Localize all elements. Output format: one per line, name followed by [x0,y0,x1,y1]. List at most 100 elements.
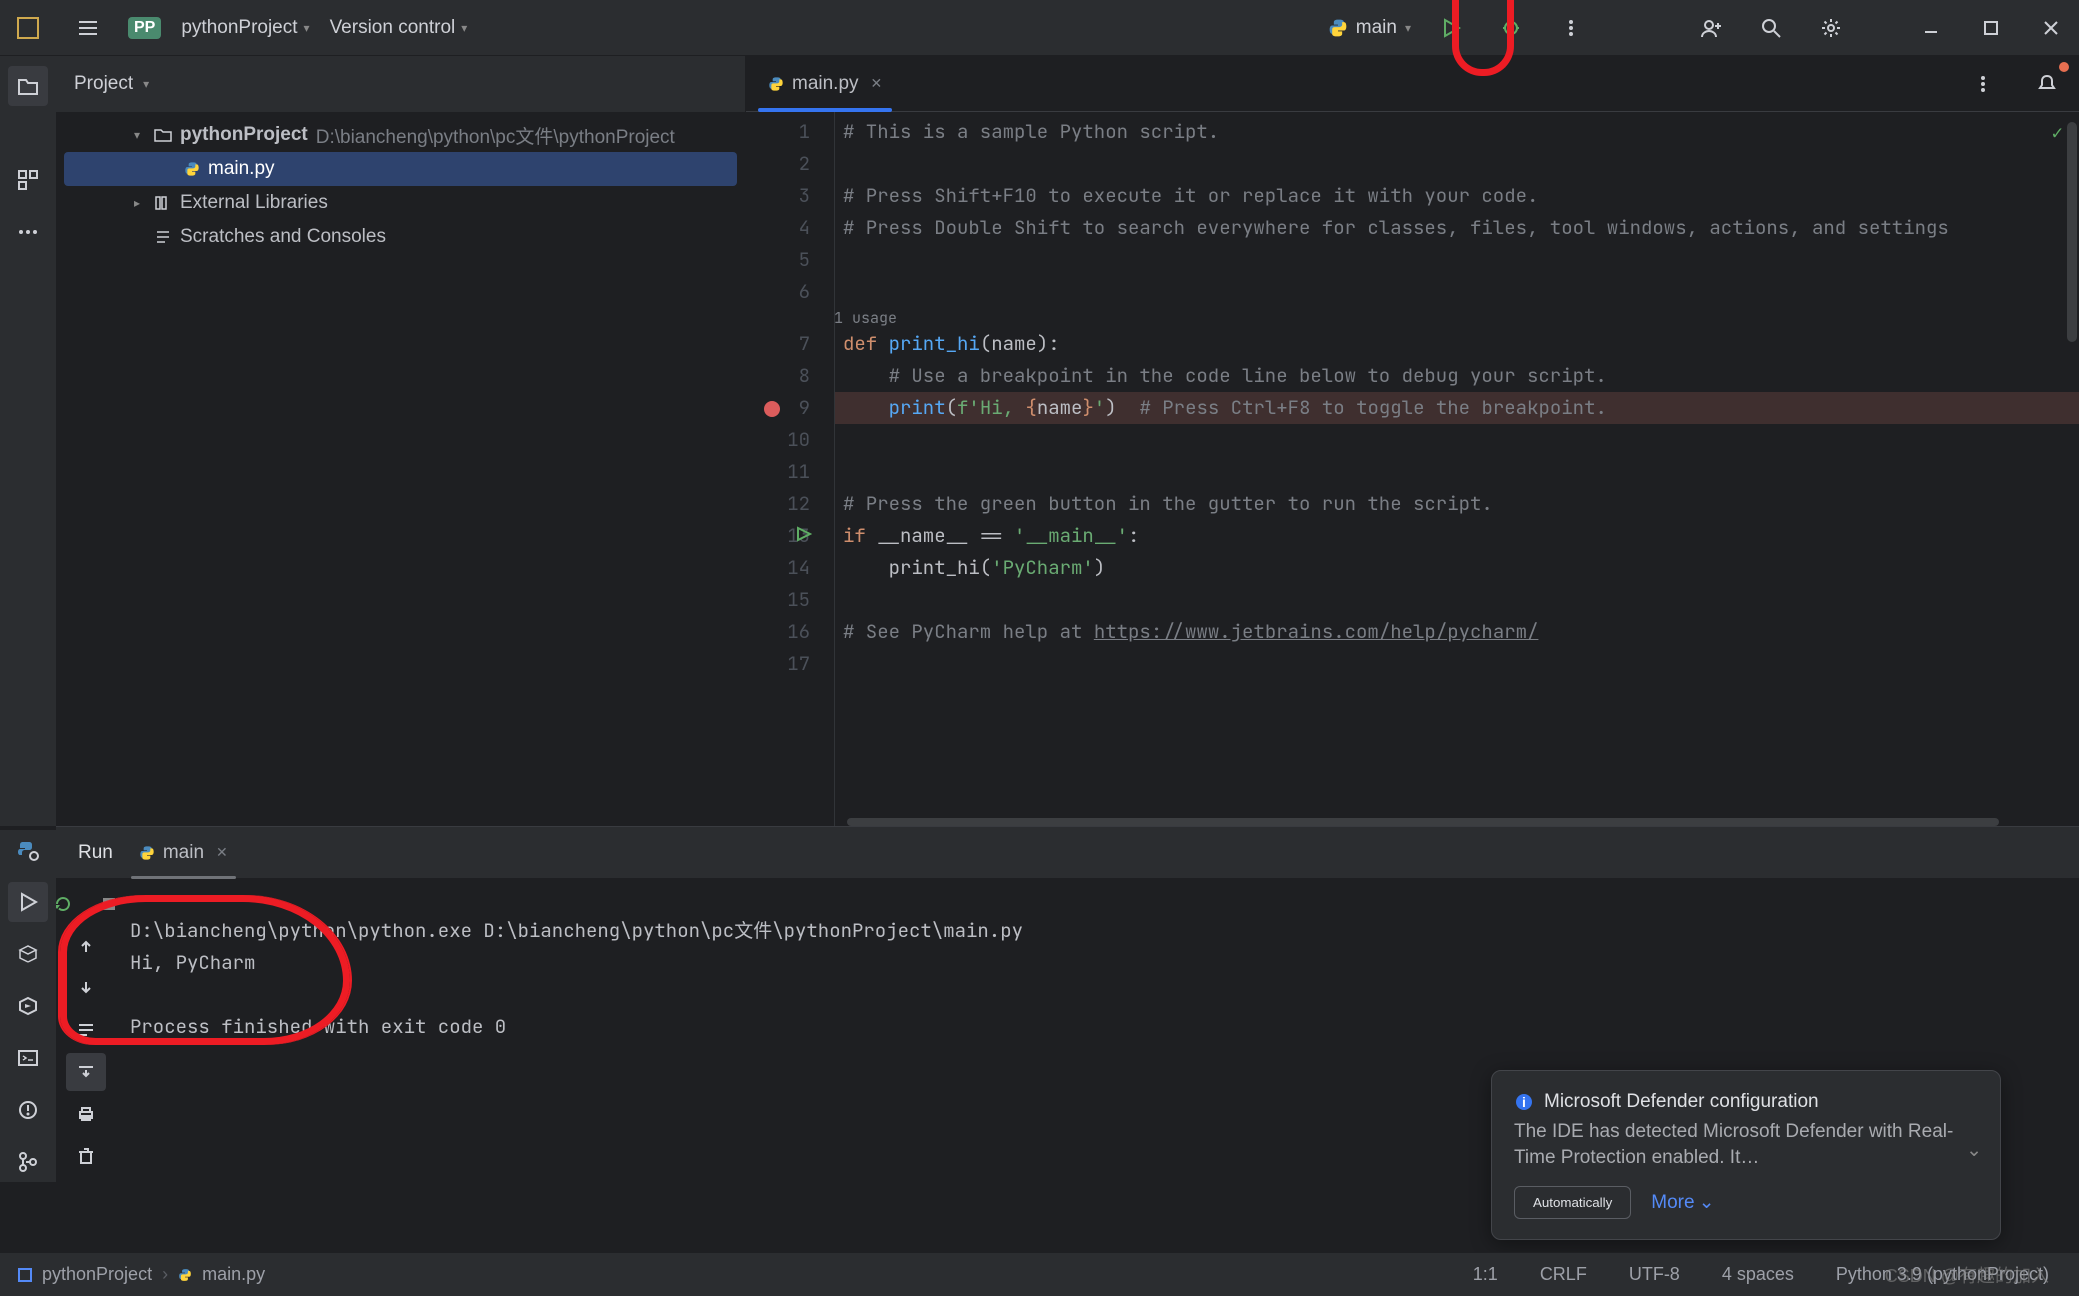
scroll-to-end-button[interactable] [66,1053,106,1091]
code-text: ( [946,395,957,420]
run-tab-main[interactable]: main ✕ [131,834,236,872]
packages-tool-icon[interactable] [8,934,48,974]
module-icon [18,1268,32,1282]
more-tools-icon[interactable] [8,212,48,252]
settings-icon[interactable] [1811,8,1851,48]
scroll-down-button[interactable] [66,969,106,1007]
notification-body: The IDE has detected Microsoft Defender … [1514,1119,1978,1172]
problems-tool-icon[interactable] [8,1090,48,1130]
line-number: 6 [746,276,834,308]
hamburger-menu-icon[interactable] [68,8,108,48]
notification-more-link[interactable]: More ⌄ [1651,1191,1714,1214]
tree-extlib-label: External Libraries [180,192,328,214]
line-ending[interactable]: CRLF [1528,1264,1599,1285]
line-number: 17 [746,648,834,680]
project-header-label: Project [74,73,133,95]
close-icon[interactable]: ✕ [216,844,228,861]
vcs-tool-icon[interactable] [8,1142,48,1182]
notification-dot-icon [2059,62,2069,72]
close-window-icon[interactable] [2031,8,2071,48]
terminal-tool-icon[interactable] [8,1038,48,1078]
code-text: name [1037,395,1083,420]
code-with-me-icon[interactable] [1691,8,1731,48]
line-number: 14 [746,552,834,584]
project-selector[interactable]: pythonProject ▾ [181,17,309,39]
gutter-run-icon[interactable] [796,526,812,542]
tree-file-label: main.py [208,158,275,180]
project-tool-icon[interactable] [8,66,48,106]
app-logo-icon[interactable] [8,8,48,48]
statusbar: pythonProject › main.py 1:1 CRLF UTF-8 4… [0,1252,2079,1296]
tree-root[interactable]: ▾ pythonProject D:\biancheng\python\pc文件… [64,118,737,152]
line-number: 13 [746,520,834,552]
tab-label: main.py [792,73,859,95]
editor-tabs: main.py ✕ [746,56,2079,112]
softwrap-button[interactable] [66,1011,106,1049]
gutter[interactable]: 1 2 3 4 5 6 7 8 9 10 11 12 13 14 15 16 1… [746,112,834,826]
output-line: Hi, PyCharm [130,950,255,975]
editor-body[interactable]: 1 2 3 4 5 6 7 8 9 10 11 12 13 14 15 16 1… [746,112,2079,826]
vcs-selector[interactable]: Version control ▾ [330,17,468,39]
tree-root-path: D:\biancheng\python\pc文件\pythonProject [316,122,675,149]
structure-tool-icon[interactable] [8,160,48,200]
notifications-icon[interactable] [2027,64,2067,104]
cursor-pos[interactable]: 1:1 [1461,1264,1510,1285]
chevron-right-icon: › [162,1264,168,1285]
v-scrollbar[interactable] [2067,122,2077,342]
run-tool-icon[interactable] [8,882,48,922]
output-line: Process finished with exit code 0 [130,1014,506,1039]
code-text: if [843,523,877,548]
more-icon[interactable] [1551,8,1591,48]
tree-file-main[interactable]: main.py [64,152,737,186]
print-button[interactable] [66,1095,106,1133]
code-link[interactable]: https://www.jetbrains.com/help/pycharm/ [1094,619,1539,644]
editor-area: main.py ✕ 1 2 3 4 5 6 7 [746,56,2079,826]
run-config-label: main [1356,17,1397,39]
inspection-ok-icon[interactable]: ✓ [2052,120,2063,145]
minimize-window-icon[interactable] [1911,8,1951,48]
run-config-selector[interactable]: main ▾ [1328,17,1411,39]
info-icon: i [1514,1092,1534,1112]
breadcrumb[interactable]: pythonProject › main.py [18,1264,265,1285]
tree-scratches[interactable]: Scratches and Consoles [64,220,737,254]
h-scrollbar[interactable] [847,818,1999,826]
code-text: # Use a breakpoint in the code line belo… [843,363,1607,388]
maximize-window-icon[interactable] [1971,8,2011,48]
tree-external-libs[interactable]: ▸ External Libraries [64,186,737,220]
breadcrumb-item: pythonProject [42,1264,152,1285]
code-text: # Press the green button in the gutter t… [843,491,1493,516]
scroll-up-button[interactable] [66,927,106,965]
line-number: 10 [746,424,834,456]
project-name-label: pythonProject [181,17,297,39]
debug-button[interactable] [1491,8,1531,48]
editor-more-icon[interactable] [1963,64,2003,104]
project-panel-header[interactable]: Project ▾ [56,56,745,112]
project-panel: Project ▾ ▾ pythonProject D:\biancheng\p… [56,56,746,826]
clear-button[interactable] [66,1137,106,1175]
search-icon[interactable] [1751,8,1791,48]
line-number: 4 [746,212,834,244]
encoding[interactable]: UTF-8 [1617,1264,1692,1285]
run-button[interactable] [1431,8,1471,48]
chevron-down-icon: ▾ [143,77,149,91]
notification-auto-button[interactable]: Automatically [1514,1186,1631,1219]
indent[interactable]: 4 spaces [1710,1264,1806,1285]
services-tool-icon[interactable] [8,986,48,1026]
python-icon [178,1268,192,1282]
close-icon[interactable]: ✕ [871,75,883,92]
python-icon [139,845,155,861]
code-text [843,395,889,420]
line-number: 8 [746,360,834,392]
code-text: 'PyCharm' [991,555,1094,580]
chevron-down-icon: ▾ [461,21,467,35]
code-text: __name__ == [877,523,1014,548]
chevron-down-icon[interactable]: ⌄ [1966,1139,1982,1162]
left-tool-rail [0,56,56,826]
python-console-tool-icon[interactable] [8,830,48,870]
editor-tab-main[interactable]: main.py ✕ [758,65,892,103]
code-area[interactable]: ✓ # This is a sample Python script. # Pr… [834,112,2079,826]
breakpoint-icon[interactable] [764,401,780,417]
code-text: ) [1094,555,1105,580]
code-text: # Press Double Shift to search everywher… [843,215,1949,240]
line-number: 5 [746,244,834,276]
